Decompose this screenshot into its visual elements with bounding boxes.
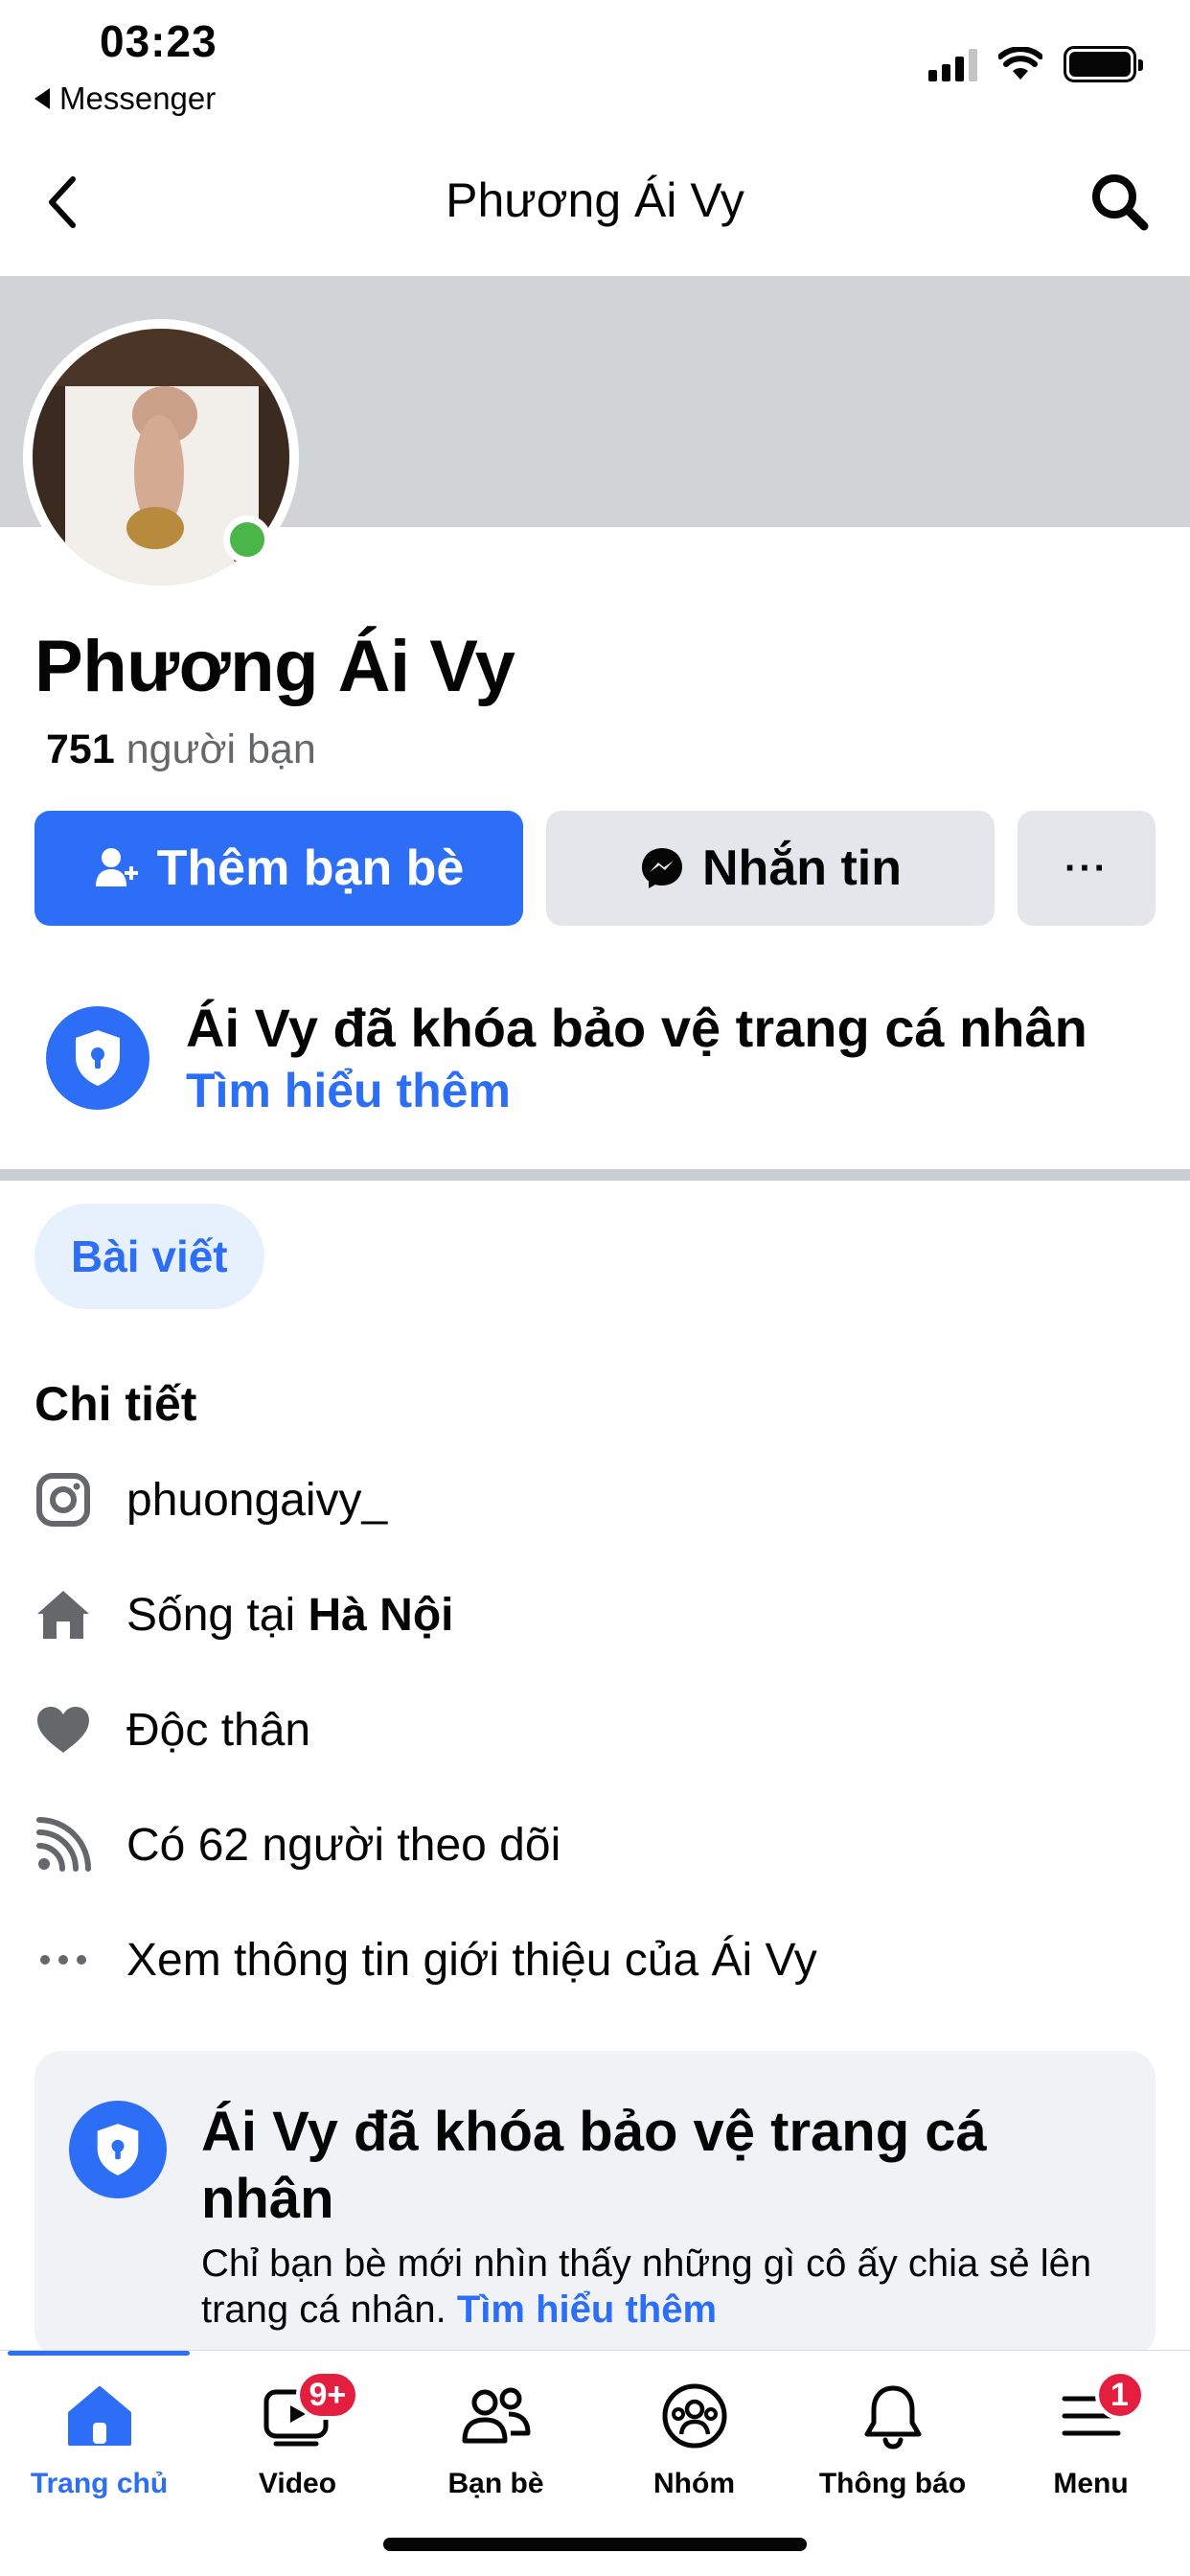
see-about-link[interactable]: Xem thông tin giới thiệu của Ái Vy (34, 1926, 817, 1993)
home-icon (61, 2378, 138, 2454)
nav-friends-label: Bạn bè (447, 2468, 544, 2499)
add-friend-label: Thêm bạn bè (156, 840, 465, 896)
relationship-status: Độc thân (126, 1704, 311, 1756)
heart-icon (34, 1701, 92, 1759)
back-app-label: Messenger (59, 80, 217, 116)
add-friend-button[interactable]: Thêm bạn bè (34, 811, 523, 926)
back-triangle-icon (34, 88, 50, 109)
more-options-button[interactable]: ··· (1018, 811, 1156, 926)
profile-lock-card: Ái Vy đã khóa bảo vệ trang cá nhân Chỉ b… (34, 2051, 1156, 2358)
video-icon: 9+ (260, 2370, 360, 2454)
home-location-icon (34, 1586, 92, 1644)
lock-card-text: Chỉ bạn bè mới nhìn thấy những gì cô ấy … (201, 2241, 1121, 2333)
search-button[interactable] (1088, 171, 1152, 234)
battery-icon (1064, 46, 1143, 82)
messenger-icon (642, 848, 682, 888)
detail-relationship: Độc thân (34, 1696, 310, 1763)
section-divider (0, 1169, 1190, 1181)
active-tab-indicator (8, 2351, 190, 2356)
home-indicator[interactable] (383, 2538, 807, 2551)
nav-groups-label: Nhóm (653, 2468, 735, 2499)
message-label: Nhắn tin (702, 840, 902, 896)
friend-count-label: người bạn (126, 726, 316, 772)
instagram-icon (34, 1471, 92, 1529)
shield-icon (69, 2101, 167, 2198)
status-time: 03:23 (100, 16, 217, 66)
see-about-label: Xem thông tin giới thiệu của Ái Vy (126, 1934, 817, 1986)
shield-icon (46, 1006, 149, 1110)
lock-notice-title: Ái Vy đã khóa bảo vệ trang cá nhân (186, 998, 1087, 1058)
video-badge: 9+ (295, 2370, 360, 2420)
detail-lives-in[interactable]: Sống tại Hà Nội (34, 1581, 454, 1648)
more-horizontal-icon (34, 1931, 92, 1989)
nav-menu[interactable]: 1 Menu (992, 2370, 1190, 2500)
lock-card-title: Ái Vy đã khóa bảo vệ trang cá nhân (201, 2101, 987, 2230)
more-dots-icon: ··· (1064, 846, 1109, 889)
search-icon (1092, 174, 1149, 231)
rss-followers-icon (34, 1816, 92, 1874)
detail-instagram[interactable]: phuongaivy_ (34, 1466, 387, 1533)
lives-in-prefix: Sống tại (126, 1589, 296, 1641)
wifi-icon (998, 47, 1042, 80)
nav-notifications-label: Thông báo (818, 2468, 967, 2499)
nav-groups[interactable]: Nhóm (595, 2378, 793, 2500)
message-button[interactable]: Nhắn tin (546, 811, 995, 926)
nav-video[interactable]: 9+ Video (198, 2370, 397, 2500)
tab-posts[interactable]: Bài viết (34, 1204, 264, 1309)
back-to-app-link[interactable]: Messenger (34, 80, 216, 117)
details-heading: Chi tiết (34, 1377, 197, 1431)
nav-home-label: Trang chủ (30, 2468, 169, 2499)
friend-count[interactable]: 751 người bạn (46, 726, 316, 773)
instagram-handle: phuongaivy_ (126, 1474, 388, 1526)
learn-more-link[interactable]: Tìm hiểu thêm (186, 1060, 1087, 1121)
lives-in-city: Hà Nội (308, 1589, 454, 1641)
detail-followers[interactable]: Có 62 người theo dõi (34, 1811, 561, 1878)
profile-name: Phương Ái Vy (34, 626, 515, 707)
nav-friends[interactable]: Bạn bè (397, 2378, 595, 2500)
page-title: Phương Ái Vy (446, 173, 744, 227)
signal-icon (928, 47, 977, 81)
online-status-dot (223, 516, 271, 564)
nav-menu-label: Menu (1053, 2468, 1129, 2499)
bell-icon (855, 2378, 931, 2454)
add-person-icon (95, 848, 138, 886)
friends-icon (458, 2378, 535, 2454)
menu-icon: 1 (1053, 2370, 1145, 2454)
nav-notifications[interactable]: Thông báo (793, 2378, 992, 2500)
lock-card-learn-more-link[interactable]: Tìm hiểu thêm (457, 2288, 717, 2331)
menu-badge: 1 (1094, 2370, 1145, 2420)
followers-count: Có 62 người theo dõi (126, 1819, 561, 1871)
status-icons (928, 46, 1143, 82)
friend-count-value: 751 (46, 726, 115, 772)
nav-video-label: Video (258, 2468, 337, 2499)
groups-icon (656, 2378, 733, 2454)
profile-lock-notice: Ái Vy đã khóa bảo vệ trang cá nhân Tìm h… (46, 997, 1087, 1121)
nav-home[interactable]: Trang chủ (0, 2378, 198, 2500)
